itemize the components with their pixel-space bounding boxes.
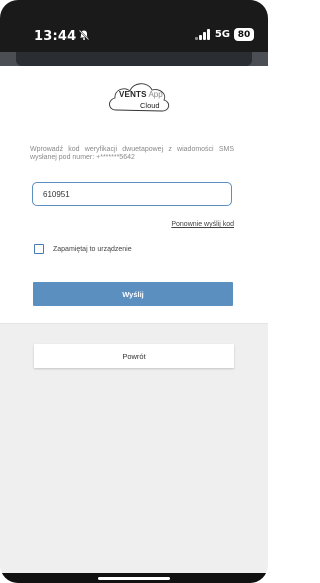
vents-cloud-logo: VENTS App Cloud xyxy=(104,78,174,114)
signal-icon xyxy=(194,29,211,40)
status-indicators: 5G 80 xyxy=(194,28,254,41)
status-time: 13:44 xyxy=(34,29,77,44)
bell-off-icon xyxy=(78,29,90,41)
home-indicator[interactable] xyxy=(0,573,268,583)
resend-code-link[interactable]: Ponownie wyślij kod xyxy=(171,221,234,228)
logo-brand: VENTS xyxy=(119,90,147,99)
verification-instruction: Wprowadź kod weryfikacji dwuetapowej z w… xyxy=(30,146,234,161)
logo-wordmark: VENTS App xyxy=(119,91,163,99)
send-button[interactable]: Wyślij xyxy=(33,282,233,306)
verification-page: VENTS App Cloud Wprowadź kod weryfikacji… xyxy=(0,66,268,583)
remember-device-row[interactable]: Zapamiętaj to urządzenie xyxy=(34,244,132,254)
header-strip xyxy=(0,52,268,66)
back-button[interactable]: Powrót xyxy=(34,344,234,368)
verification-code-input[interactable] xyxy=(32,182,232,206)
remember-device-label: Zapamiętaj to urządzenie xyxy=(53,245,132,253)
remember-device-checkbox[interactable] xyxy=(34,244,44,254)
battery-icon: 80 xyxy=(234,28,254,41)
status-bar: 13:44 5G 80 xyxy=(0,0,268,52)
logo-cloud: Cloud xyxy=(140,101,160,110)
phone-screen: 13:44 5G 80 VENTS App Cloud Wprowadź kod… xyxy=(0,0,268,583)
logo-app: App xyxy=(148,90,163,99)
network-type: 5G xyxy=(214,29,230,40)
lower-area: Powrót xyxy=(0,323,268,583)
